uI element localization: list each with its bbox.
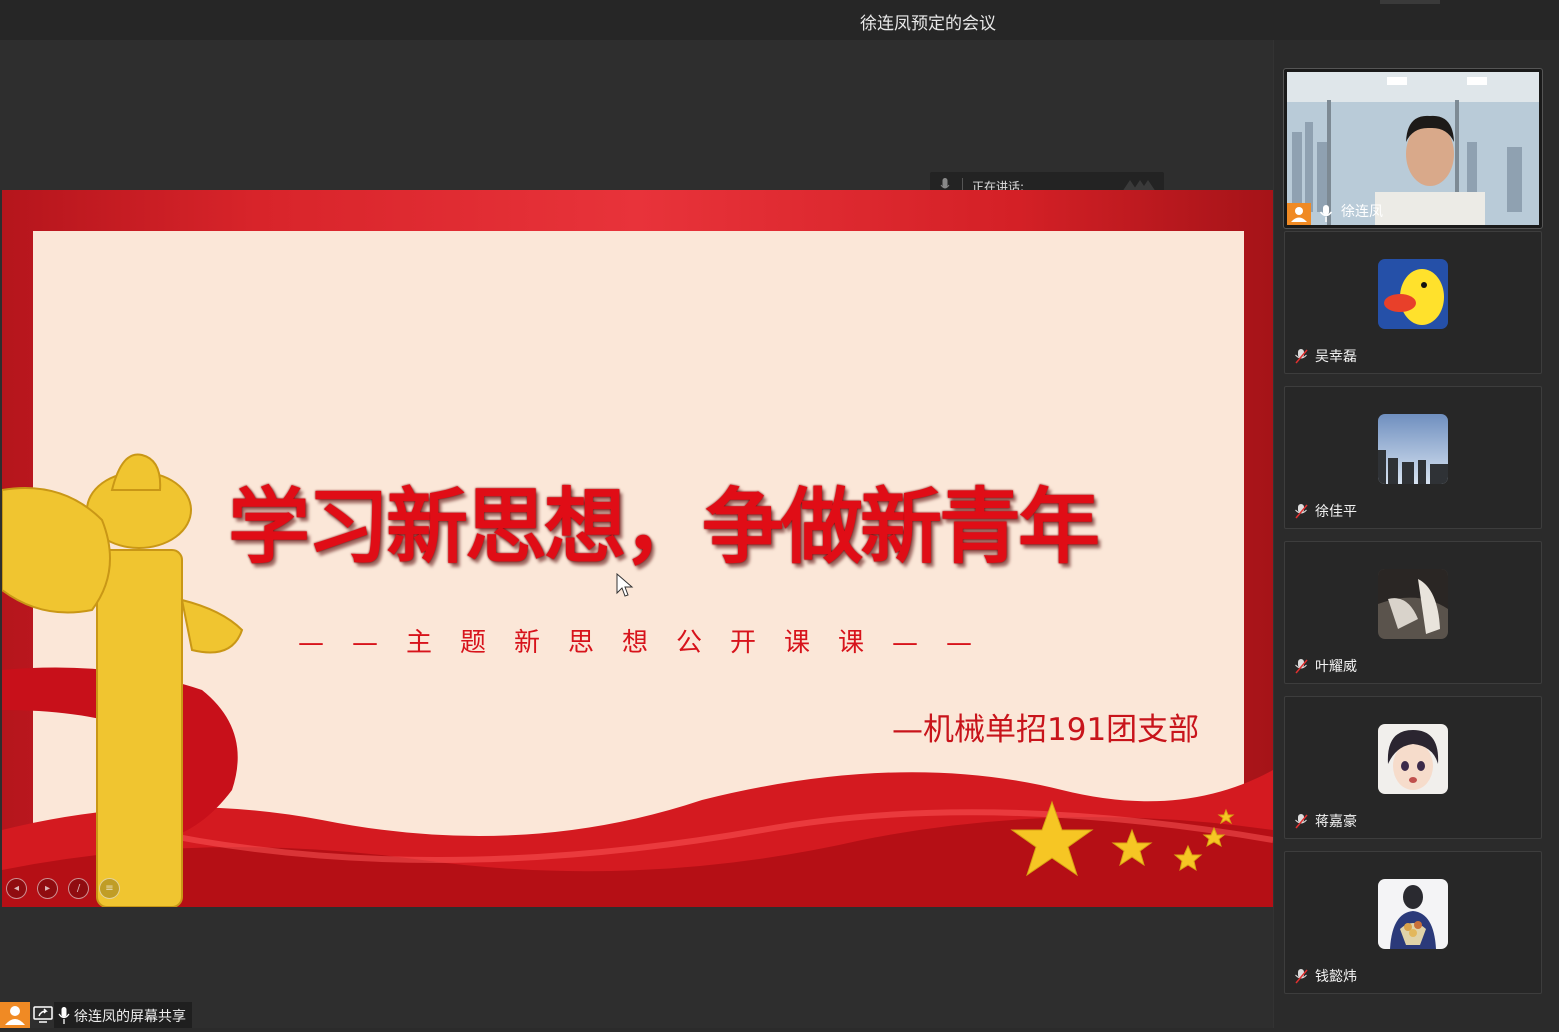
participant-name: 徐佳平 — [1315, 504, 1357, 520]
participant-tile[interactable]: 钱懿炜 — [1284, 851, 1542, 994]
slide-organization: —机械单招191团支部 — [892, 712, 1200, 748]
previous-slide-button[interactable]: ◂ — [6, 878, 27, 899]
meeting-title: 徐连凤预定的会议 — [860, 14, 996, 34]
photo-avatar — [1378, 569, 1448, 639]
microphone-muted-icon — [1295, 814, 1308, 829]
next-slide-button[interactable]: ▸ — [37, 878, 58, 899]
participant-tile[interactable]: 吴幸磊 — [1284, 231, 1542, 374]
window-edge — [1380, 0, 1440, 4]
microphone-muted-icon — [1295, 659, 1308, 674]
participant-panel: 徐连凤 吴幸磊 徐佳平 叶耀威 蒋嘉豪 钱懿炜 — [1273, 40, 1559, 1028]
slide-headline: 学习新思想，争做新青年 — [228, 480, 1100, 575]
microphone-muted-icon — [1295, 969, 1308, 984]
microphone-muted-icon — [1295, 504, 1308, 519]
duck-avatar — [1378, 259, 1448, 329]
slide-subtitle: ——主题新思想公开课课—— — [298, 628, 1001, 658]
microphone-icon — [1319, 205, 1333, 222]
participant-name: 叶耀威 — [1315, 659, 1357, 675]
user-icon — [5, 1006, 25, 1025]
screen-share-text: 徐连凤的屏幕共享 — [74, 1009, 186, 1025]
anime-avatar — [1378, 724, 1448, 794]
screen-share-icon — [33, 1006, 53, 1023]
title-bar: 徐连凤预定的会议 — [0, 0, 1559, 40]
participant-tile[interactable]: 徐佳平 — [1284, 386, 1542, 529]
city-sky-avatar — [1378, 414, 1448, 484]
participant-name: 蒋嘉豪 — [1315, 814, 1357, 830]
microphone-icon — [58, 1007, 70, 1024]
microphone-muted-icon — [1295, 349, 1308, 364]
participant-tile-active[interactable]: 徐连凤 — [1283, 68, 1543, 229]
participant-name: 徐连凤 — [1341, 204, 1383, 220]
slide-menu-button[interactable]: ≡ — [99, 878, 120, 899]
pen-tool-button[interactable]: / — [68, 878, 89, 899]
participant-name: 吴幸磊 — [1315, 349, 1357, 365]
screen-share-label: 徐连凤的屏幕共享 — [54, 1002, 192, 1028]
user-icon — [1291, 207, 1307, 222]
mouse-cursor-icon — [616, 573, 634, 597]
presenter-badge — [0, 1002, 30, 1028]
participant-video — [1287, 72, 1539, 225]
presentation-slide: 学习新思想，争做新青年 ——主题新思想公开课课—— —机械单招191团支部 ◂ … — [2, 190, 1273, 907]
host-badge — [1287, 203, 1311, 225]
participant-name: 钱懿炜 — [1315, 969, 1357, 985]
participant-tile[interactable]: 叶耀威 — [1284, 541, 1542, 684]
participant-tile[interactable]: 蒋嘉豪 — [1284, 696, 1542, 839]
flowers-avatar — [1378, 879, 1448, 949]
